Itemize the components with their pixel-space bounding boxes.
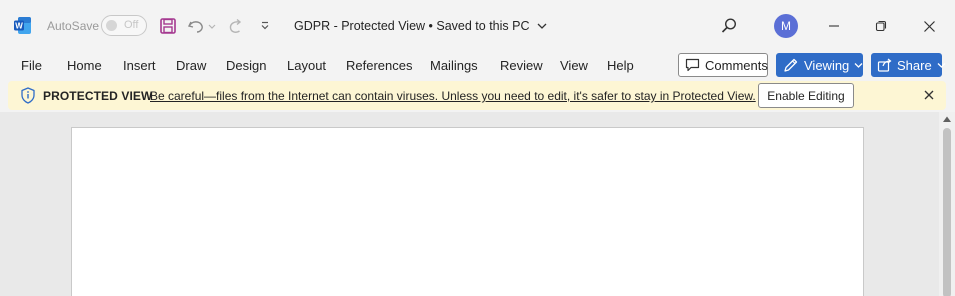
scrollbar-thumb[interactable] [943,128,951,296]
tab-references[interactable]: References [346,58,412,73]
svg-text:W: W [15,22,23,31]
protected-view-message-link[interactable]: Be careful—files from the Internet can c… [150,89,756,103]
restore-icon[interactable] [866,12,896,40]
ribbon-tabs: File Home Insert Draw Design Layout Refe… [0,52,955,80]
tab-help[interactable]: Help [607,58,634,73]
chevron-down-icon [537,19,547,33]
pen-eye-icon [784,58,798,72]
minimize-icon[interactable] [819,12,849,40]
user-avatar[interactable]: M [774,14,798,38]
search-icon[interactable] [719,15,739,37]
tab-insert[interactable]: Insert [123,58,156,73]
redo-icon[interactable] [226,15,246,37]
share-button[interactable]: Share [871,53,946,77]
viewing-label: Viewing [804,57,850,73]
save-icon[interactable] [158,15,178,37]
customize-qat-icon[interactable] [255,15,275,37]
close-icon[interactable] [922,88,936,102]
chevron-down-icon [937,62,946,68]
autosave-label: AutoSave [47,19,100,33]
tab-review[interactable]: Review [500,58,543,73]
tab-draw[interactable]: Draw [176,58,206,73]
share-icon [877,58,892,72]
document-canvas [0,112,939,296]
shield-icon [20,87,36,109]
tab-design[interactable]: Design [226,58,266,73]
tab-layout[interactable]: Layout [287,58,326,73]
vertical-scrollbar[interactable] [939,112,955,296]
title-bar: W AutoSave Off GDPR - Protected View • S… [0,0,955,52]
toggle-knob [106,20,117,31]
undo-icon[interactable] [186,15,218,37]
tab-view[interactable]: View [560,58,588,73]
share-label: Share [897,57,932,73]
comment-icon [685,58,700,72]
tab-home[interactable]: Home [67,58,102,73]
viewing-mode-button[interactable]: Viewing [776,53,863,77]
autosave-toggle[interactable]: Off [101,15,147,36]
autosave-state: Off [124,19,139,31]
document-title-text: GDPR - Protected View • Saved to this PC [294,19,530,33]
document-page[interactable] [71,127,864,296]
tab-mailings[interactable]: Mailings [430,58,478,73]
tab-file[interactable]: File [21,58,42,73]
chevron-down-icon [854,62,863,68]
word-logo-icon: W [13,16,32,35]
comments-button[interactable]: Comments [678,53,768,77]
comments-label: Comments [705,57,768,73]
protected-view-title: PROTECTED VIEW [43,89,153,103]
protected-view-bar: PROTECTED VIEW Be careful—files from the… [8,81,946,110]
document-title[interactable]: GDPR - Protected View • Saved to this PC [294,19,547,33]
close-icon[interactable] [914,12,944,40]
enable-editing-button[interactable]: Enable Editing [758,83,854,108]
scroll-up-icon[interactable] [942,115,952,123]
